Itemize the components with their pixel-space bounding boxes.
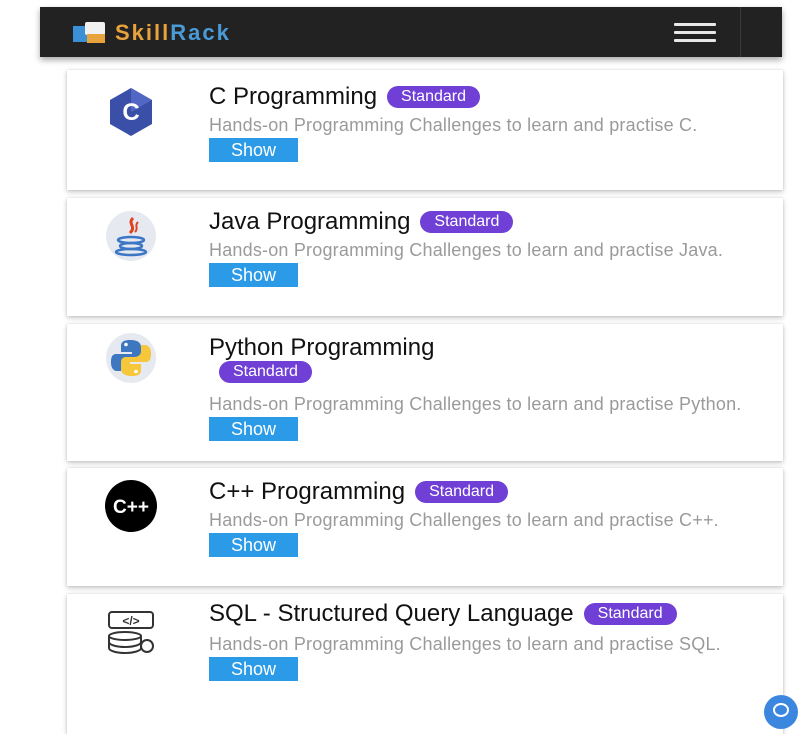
course-title: C Programming: [209, 83, 378, 110]
brand-name-skill: Skill: [115, 20, 171, 45]
top-navbar: SkillRack: [40, 7, 782, 57]
standard-badge: Standard: [219, 361, 312, 383]
show-button[interactable]: Show: [209, 138, 299, 162]
brand-name: SkillRack: [115, 20, 231, 46]
svg-text:</>: </>: [122, 614, 139, 628]
course-title: SQL - Structured Query Language: [209, 600, 574, 627]
java-icon: [103, 208, 159, 264]
course-title: Python Programming: [209, 334, 435, 361]
course-card-java: Java Programming Standard Hands-on Progra…: [67, 198, 783, 316]
skillrack-logo[interactable]: SkillRack: [73, 18, 231, 48]
standard-badge: Standard: [420, 211, 514, 233]
navbar-divider: [740, 7, 741, 57]
chat-icon[interactable]: [764, 695, 798, 729]
course-description: Hands-on Programming Challenges to learn…: [209, 394, 742, 414]
hamburger-icon-bar: [674, 30, 716, 34]
course-card-cpp: C++ C++ Programming Standard Hands-on Pro…: [67, 468, 783, 586]
course-description: Hands-on Programming Challenges to learn…: [209, 115, 698, 135]
sql-icon: </>: [103, 604, 159, 660]
show-button[interactable]: Show: [209, 657, 299, 681]
hamburger-icon: [674, 22, 716, 26]
svg-text:C++: C++: [113, 497, 149, 518]
standard-badge: Standard: [583, 603, 677, 625]
cpp-icon: C++: [103, 478, 159, 534]
course-card-python: Python Programming Standard Hands-on Pro…: [67, 324, 783, 461]
brand-name-rack: Rack: [170, 20, 231, 45]
show-button[interactable]: Show: [209, 533, 299, 557]
show-button[interactable]: Show: [209, 263, 299, 287]
standard-badge: Standard: [387, 86, 480, 108]
python-icon: [103, 330, 159, 386]
show-button[interactable]: Show: [209, 417, 299, 441]
course-title: Java Programming: [209, 208, 411, 235]
hamburger-menu-button[interactable]: [665, 19, 725, 45]
c-language-icon: C: [103, 84, 159, 140]
course-card-sql: </> SQL - Structured Query Language Stand…: [67, 594, 783, 734]
logo-icon: [73, 22, 107, 44]
standard-badge: Standard: [415, 481, 509, 503]
course-title: C++ Programming: [209, 478, 406, 505]
course-card-c: C C Programming Standard Hands-on Program…: [67, 70, 783, 190]
hamburger-icon-bar: [674, 38, 716, 42]
svg-text:C: C: [122, 99, 139, 126]
course-description: Hands-on Programming Challenges to learn…: [209, 634, 721, 654]
course-description: Hands-on Programming Challenges to learn…: [209, 510, 719, 530]
course-description: Hands-on Programming Challenges to learn…: [209, 240, 724, 260]
